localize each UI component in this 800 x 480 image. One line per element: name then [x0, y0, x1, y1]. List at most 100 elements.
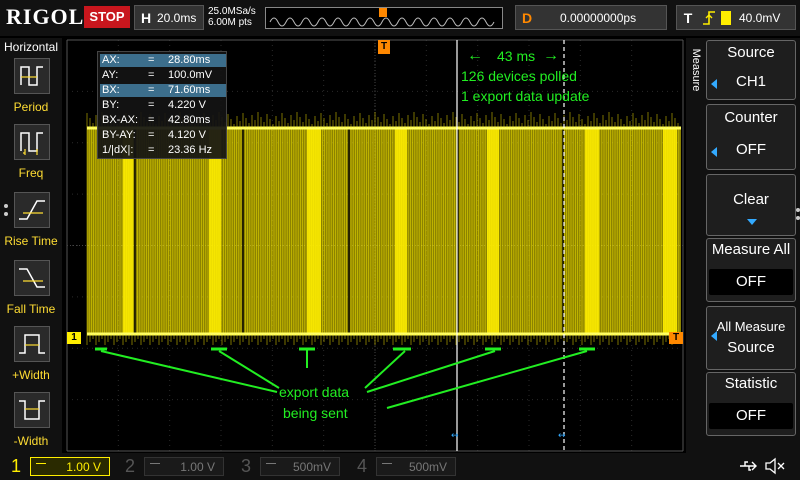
negative-width-label: -Width [13, 434, 49, 448]
counter-button[interactable]: Counter OFF [706, 104, 796, 170]
freq-label: Freq [18, 166, 44, 180]
cursor-ay-value: 100.0mV [168, 69, 213, 81]
interval-right-arrow-icon: → [543, 47, 559, 64]
waveform-display[interactable]: ↔ ↔ AX: = 28.80ms AY: = 100.0mV BX: = 71.… [65, 38, 685, 453]
cursor-bx-ax-label: BX-AX: [102, 114, 139, 126]
measure-positive-width-button[interactable]: +Width [2, 324, 60, 390]
horizontal-measure-panel: Horizontal Period Freq Rise Time Fall Ti… [0, 38, 62, 453]
channel-1-scale: 1.00 V [30, 457, 110, 476]
channel-2-tab[interactable]: 2 1.00 V [118, 455, 230, 478]
measure-fall-time-button[interactable]: Fall Time [2, 258, 60, 324]
measure-menu-panel: Measure Source CH1 Counter OFF Clear Mea… [686, 38, 800, 453]
channel-4-tab[interactable]: 4 500mV [350, 455, 462, 478]
measure-all-value: OFF [709, 269, 793, 295]
left-panel-title: Horizontal [3, 40, 59, 54]
cursor-by-ay-value: 4.120 V [168, 129, 206, 141]
trigger-position-marker[interactable]: T [378, 40, 390, 54]
trigger-source-icon [721, 11, 731, 25]
cursor-ay-label: AY: [102, 69, 119, 81]
trigger-level-label: T [672, 332, 680, 343]
cursor-by-ay-row: BY-AY: = 4.120 V [100, 129, 226, 142]
cursor-a-handle: ↔ [451, 431, 459, 441]
ch1-export-burst [307, 128, 321, 334]
trigger-cell[interactable]: T 40.0mV [676, 5, 796, 30]
cursor-inv-dx-value: 23.36 Hz [168, 144, 213, 156]
side-scroll-dot-icon [796, 216, 800, 220]
trigger-edge-icon [701, 9, 717, 27]
memory-trigger-marker [379, 8, 387, 17]
statistic-label: Statistic [724, 375, 778, 392]
ch1-ground-label: 1 [71, 332, 77, 343]
run-stop-status[interactable]: STOP [84, 6, 130, 28]
rise-time-label: Rise Time [4, 234, 58, 248]
side-scroll-dot-icon [796, 208, 800, 212]
cursor-by-label: BY: [102, 99, 120, 111]
counter-label: Counter [724, 109, 778, 126]
brand-logo: RIGOL [6, 4, 85, 29]
channel-4-number: 4 [356, 456, 367, 476]
channel-3-coupling-icon [266, 463, 276, 464]
menu-title-vertical: Measure [686, 38, 704, 108]
channel-1-tab[interactable]: 1 1.00 V [4, 455, 116, 478]
channel-2-scale: 1.00 V [144, 457, 224, 476]
measure-freq-button[interactable]: Freq [2, 122, 60, 188]
source-value: CH1 [735, 73, 766, 90]
rise-time-icon [14, 192, 50, 228]
annotation-export-line2: being sent [283, 405, 348, 421]
sample-rate: 25.0MSa/s [208, 6, 256, 17]
measure-rise-time-button[interactable]: Rise Time [2, 190, 60, 256]
source-button[interactable]: Source CH1 [706, 40, 796, 100]
cursor-inv-dx-label: 1/|dX|: [102, 144, 134, 156]
cursor-inv-dx-row: 1/|dX|: = 23.36 Hz [100, 144, 226, 157]
all-measure-source-label1: All Measure [716, 319, 786, 334]
all-measure-source-button[interactable]: All Measure Source [706, 306, 796, 370]
measure-all-button[interactable]: Measure All OFF [706, 238, 796, 302]
sound-muted-icon[interactable] [764, 457, 786, 475]
memory-depth: 6.00M pts [208, 17, 252, 28]
all-measure-source-label2: Source [727, 339, 775, 356]
cursor-by-row: BY: = 4.220 V [100, 99, 226, 112]
clear-down-arrow-icon [747, 219, 757, 225]
timebase-cell[interactable]: H 20.0ms [134, 5, 204, 30]
cursor-by-ay-eq: = [148, 129, 155, 141]
fall-time-label: Fall Time [6, 302, 56, 316]
statistic-button[interactable]: Statistic OFF [706, 372, 796, 436]
positive-width-label: +Width [12, 368, 50, 382]
export-pointer-line [218, 350, 280, 389]
ch1-export-burst [395, 128, 407, 334]
statistic-value: OFF [709, 403, 793, 429]
cursor-bx-value: 71.60ms [168, 84, 211, 96]
cursor-bx-row: BX: = 71.60ms [100, 84, 226, 97]
channel-2-number: 2 [124, 456, 135, 476]
fall-time-icon [14, 260, 50, 296]
source-label: Source [727, 44, 775, 61]
annotation-export-line1: export data [279, 384, 350, 400]
ch1-ground-marker[interactable]: 1 [67, 332, 81, 344]
channel-1-number: 1 [10, 456, 21, 476]
trigger-level-marker[interactable]: T [669, 332, 683, 344]
top-status-bar: RIGOL STOP H 20.0ms 25.0MSa/s 6.00M pts … [0, 0, 800, 36]
menu-title: Measure [690, 48, 702, 92]
cursor-bx-eq: = [148, 84, 155, 96]
channel-4-scale: 500mV [376, 457, 456, 476]
ch1-export-burst [663, 128, 677, 334]
export-pointer-line [366, 350, 496, 393]
horizontal-key: H [140, 10, 152, 26]
all-measure-source-arrow-icon [711, 331, 717, 341]
delay-cell[interactable]: D 0.00000000ps [515, 5, 667, 30]
measure-negative-width-button[interactable]: -Width [2, 390, 60, 456]
cursor-bx-label: BX: [102, 84, 120, 96]
clear-label: Clear [733, 191, 769, 208]
positive-width-icon [14, 326, 50, 362]
channel-3-tab[interactable]: 3 500mV [234, 455, 346, 478]
measure-period-button[interactable]: Period [2, 56, 60, 122]
channel-3-number: 3 [240, 456, 251, 476]
annotation-interval: 43 ms [497, 48, 536, 64]
clear-button[interactable]: Clear [706, 174, 796, 236]
cursor-b-handle: ↔ [558, 431, 566, 441]
freq-icon [14, 124, 50, 160]
cursor-readout-panel: AX: = 28.80ms AY: = 100.0mV BX: = 71.60m… [97, 51, 227, 159]
delay-value: 0.00000000ps [560, 11, 637, 25]
cursor-ax-row: AX: = 28.80ms [100, 54, 226, 67]
memory-overview[interactable] [265, 7, 503, 29]
